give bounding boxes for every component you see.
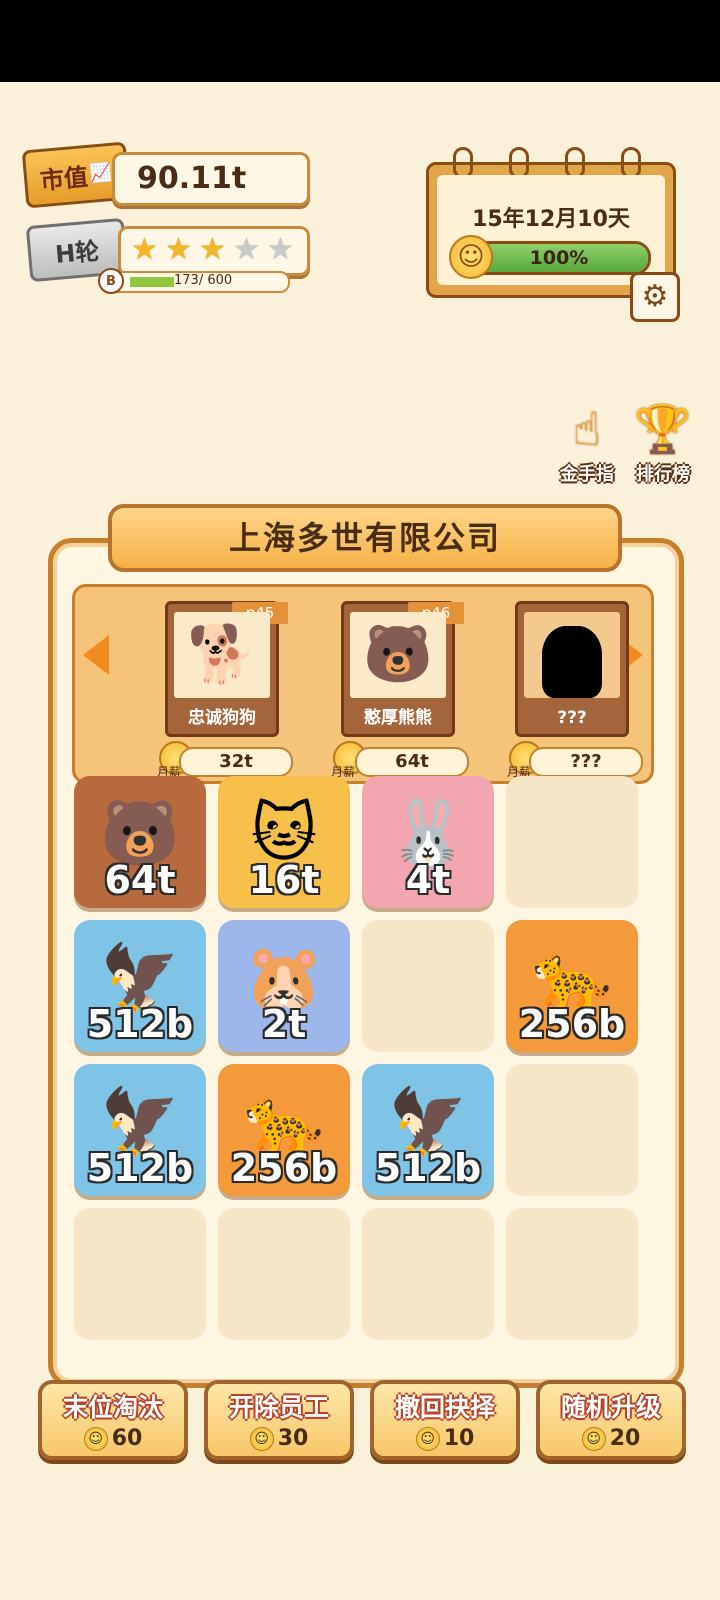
empty-tile[interactable] <box>74 1208 206 1340</box>
employee-value: 64t <box>104 858 176 902</box>
employee-value: 512b <box>86 1146 194 1190</box>
employee-tile-leopard[interactable]: 🐆 256b <box>506 920 638 1052</box>
settings-gear-icon[interactable]: ⚙ <box>630 272 680 322</box>
action-cost: ☺ 20 <box>540 1426 682 1451</box>
action-cost: ☺ 60 <box>42 1426 184 1451</box>
shiba-dog-icon: 🐕 <box>174 612 270 698</box>
candidate-card[interactable]: p45 🐕 忠诚狗狗 <box>165 601 288 737</box>
employee-value: 256b <box>230 1146 338 1190</box>
calendar-date: 15年12月10天 <box>472 207 630 232</box>
leaderboard-label: 排行榜 <box>636 464 690 485</box>
golden-finger-label: 金手指 <box>560 464 614 485</box>
candidate-salary: 64t <box>355 747 469 777</box>
star-icon: ★ <box>199 232 226 267</box>
action-title: 随机升级 <box>560 1393 661 1422</box>
random-upgrade-button[interactable]: 随机升级 ☺ 20 <box>536 1380 686 1460</box>
action-title: 末位淘汰 <box>62 1393 163 1422</box>
empty-tile[interactable] <box>218 1208 350 1340</box>
empty-tile[interactable] <box>506 776 638 908</box>
empty-tile[interactable] <box>362 1208 494 1340</box>
undo-choice-button[interactable]: 撤回抉择 ☺ 10 <box>370 1380 520 1460</box>
employee-value: 256b <box>518 1002 626 1046</box>
experience-fill <box>130 277 174 287</box>
trophy-icon: 🏆 <box>634 402 692 456</box>
star-icon: ★ <box>233 232 260 267</box>
action-title: 开除员工 <box>228 1393 329 1422</box>
candidate-card[interactable]: p46 🐻 憨厚熊熊 <box>341 601 464 737</box>
employee-tile-rabbit[interactable]: 🐰 4t <box>362 776 494 908</box>
calendar-inner: 15年12月10天 100% ☺ <box>437 175 665 285</box>
experience-text: 173/ 600 <box>174 273 233 288</box>
market-label: 市值 <box>38 162 90 195</box>
market-value: 90.11t <box>137 161 247 196</box>
status-bar <box>0 0 720 82</box>
star-icon: ★ <box>165 232 192 267</box>
smile-face-icon: ☺ <box>449 235 493 279</box>
employee-tile-eagle[interactable]: 🦅 512b <box>74 920 206 1052</box>
mood-percent: 100% <box>529 247 589 269</box>
employee-value: 512b <box>86 1002 194 1046</box>
smile-face-icon: ☺ <box>83 1427 108 1451</box>
carousel-left-arrow-icon[interactable] <box>83 635 109 675</box>
smile-face-icon: ☺ <box>581 1427 606 1451</box>
trend-icon: 📈 <box>88 161 113 185</box>
empty-tile[interactable] <box>506 1064 638 1196</box>
candidate-salary: 32t <box>179 747 293 777</box>
employee-value: 512b <box>374 1146 482 1190</box>
candidate-carousel: p45 🐕 忠诚狗狗 p46 🐻 憨厚熊熊 ??? 月薪 32t 月薪 64t … <box>72 584 654 784</box>
candidate-salary: ??? <box>529 747 643 777</box>
candidate-name: 憨厚熊熊 <box>364 708 432 728</box>
employee-tile-bear[interactable]: 🐻 64t <box>74 776 206 908</box>
candidate-name: ??? <box>557 708 587 728</box>
experience-bar: 173/ 600 <box>100 271 290 293</box>
hand-pointer-icon: ☝ <box>572 402 601 456</box>
fire-employee-button[interactable]: 开除员工 ☺ 30 <box>204 1380 354 1460</box>
star-icon: ★ <box>267 232 294 267</box>
star-icon: ★ <box>131 232 158 267</box>
employee-tile-leopard[interactable]: 🐆 256b <box>218 1064 350 1196</box>
candidate-card[interactable]: ??? <box>515 601 629 737</box>
employee-value: 4t <box>405 858 451 902</box>
company-name: 上海多世有限公司 <box>108 504 622 572</box>
bear-icon: 🐻 <box>350 612 446 698</box>
mood-bar: 100% <box>467 241 651 275</box>
employee-value: 2t <box>261 1002 307 1046</box>
candidate-name: 忠诚狗狗 <box>188 708 256 728</box>
rating-stars: ★ ★ ★ ★ ★ <box>118 226 310 276</box>
employee-tile-eagle[interactable]: 🦅 512b <box>74 1064 206 1196</box>
eliminate-last-button[interactable]: 末位淘汰 ☺ 60 <box>38 1380 188 1460</box>
empty-tile[interactable] <box>506 1208 638 1340</box>
employee-tile-hamster[interactable]: 🐹 2t <box>218 920 350 1052</box>
golden-finger-button[interactable]: ☝ 金手指 <box>552 398 622 488</box>
employee-value: 16t <box>248 858 320 902</box>
experience-badge: B <box>98 268 124 294</box>
round-label: H轮 <box>54 236 101 269</box>
action-cost: ☺ 30 <box>208 1426 350 1451</box>
smile-face-icon: ☺ <box>415 1427 440 1451</box>
smile-face-icon: ☺ <box>249 1427 274 1451</box>
silhouette-icon <box>524 612 620 698</box>
empty-tile[interactable] <box>362 920 494 1052</box>
market-value-box: 90.11t <box>112 152 310 206</box>
employee-tile-eagle[interactable]: 🦅 512b <box>362 1064 494 1196</box>
employee-tile-cat[interactable]: 🐱 16t <box>218 776 350 908</box>
action-cost: ☺ 10 <box>374 1426 516 1451</box>
leaderboard-button[interactable]: 🏆 排行榜 <box>628 398 698 488</box>
action-title: 撤回抉择 <box>394 1393 495 1422</box>
